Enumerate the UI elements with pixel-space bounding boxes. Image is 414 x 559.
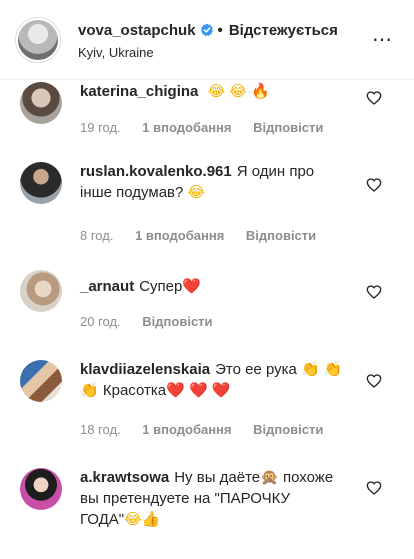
comment-username[interactable]: _arnaut (80, 278, 134, 295)
commenter-avatar[interactable] (20, 270, 62, 312)
red-heart-emoji-icon: ❤️ (211, 381, 231, 399)
reply-button[interactable]: Відповісти (142, 314, 212, 329)
comment-text-continued: Красотка (102, 382, 167, 399)
post-header: vova_ostapchuk • Відстежується Kyiv, Ukr… (0, 0, 414, 80)
comment-actions: 8 год. 1 вподобання Відповісти (80, 228, 334, 243)
comment-text: Ну вы даёте (174, 469, 261, 486)
like-comment-heart-icon[interactable] (366, 480, 382, 496)
comment-text: Супер (139, 278, 183, 295)
comment-time: 20 год. (80, 314, 121, 329)
header-meta: vova_ostapchuk • Відстежується Kyiv, Ukr… (78, 20, 338, 61)
laughing-emoji-icon: 😂 (187, 183, 206, 201)
comment-time: 18 год. (80, 422, 121, 437)
clapping-hands-emoji-icon: 👏 (301, 360, 320, 378)
like-comment-heart-icon[interactable] (366, 373, 382, 389)
reply-button[interactable]: Відповісти (246, 228, 316, 243)
comment-time: 8 год. (80, 228, 114, 243)
laughing-emoji-icon: 😂 (207, 82, 226, 100)
comment-actions: 19 год. 1 вподобання Відповісти (80, 120, 341, 135)
comment-actions: 20 год. Відповісти (80, 314, 231, 329)
clapping-hands-emoji-icon: 👏 (80, 381, 99, 399)
commenter-avatar[interactable] (20, 360, 62, 402)
location-link[interactable]: Kyiv, Ukraine (78, 45, 338, 60)
comment-likes[interactable]: 1 вподобання (142, 422, 231, 437)
like-comment-heart-icon[interactable] (366, 177, 382, 193)
commenter-avatar[interactable] (20, 162, 62, 204)
commenter-avatar[interactable] (20, 468, 62, 510)
like-comment-heart-icon[interactable] (366, 90, 382, 106)
profile-avatar[interactable] (16, 18, 60, 62)
comment-text: Это ее рука (215, 361, 297, 378)
speak-no-evil-monkey-emoji-icon: 🙊 (260, 468, 279, 486)
comment-time: 19 год. (80, 120, 121, 135)
commenter-avatar[interactable] (20, 82, 62, 124)
comment-likes[interactable]: 1 вподобання (142, 120, 231, 135)
laughing-emoji-icon: 😂 (124, 510, 142, 528)
comment-username[interactable]: a.krawtsowa (80, 469, 169, 486)
following-button[interactable]: Відстежується (229, 22, 338, 39)
reply-button[interactable]: Відповісти (253, 422, 323, 437)
profile-username[interactable]: vova_ostapchuk (78, 22, 196, 39)
comment-username[interactable]: klavdiiazelenskaia (80, 361, 210, 378)
fire-emoji-icon: 🔥 (250, 82, 270, 100)
red-heart-emoji-icon: ❤️ (166, 381, 185, 399)
comment-username[interactable]: katerina_chigina (80, 83, 198, 100)
red-heart-emoji-icon: ❤️ (182, 277, 202, 295)
thumbs-up-emoji-icon: 👍 (141, 510, 161, 528)
laughing-emoji-icon: 😂 (229, 82, 247, 100)
comment-likes[interactable]: 1 вподобання (135, 228, 224, 243)
red-heart-emoji-icon: ❤️ (188, 381, 208, 399)
clapping-hands-emoji-icon: 👏 (323, 360, 343, 378)
reply-button[interactable]: Відповісти (253, 120, 323, 135)
comment-actions: 18 год. 1 вподобання Відповісти (80, 422, 341, 437)
comment-username[interactable]: ruslan.kovalenko.961 (80, 163, 232, 180)
separator-dot: • (217, 21, 223, 39)
verified-badge-icon (200, 23, 213, 37)
like-comment-heart-icon[interactable] (366, 284, 382, 300)
more-options-icon[interactable]: ⋯ (372, 28, 392, 52)
